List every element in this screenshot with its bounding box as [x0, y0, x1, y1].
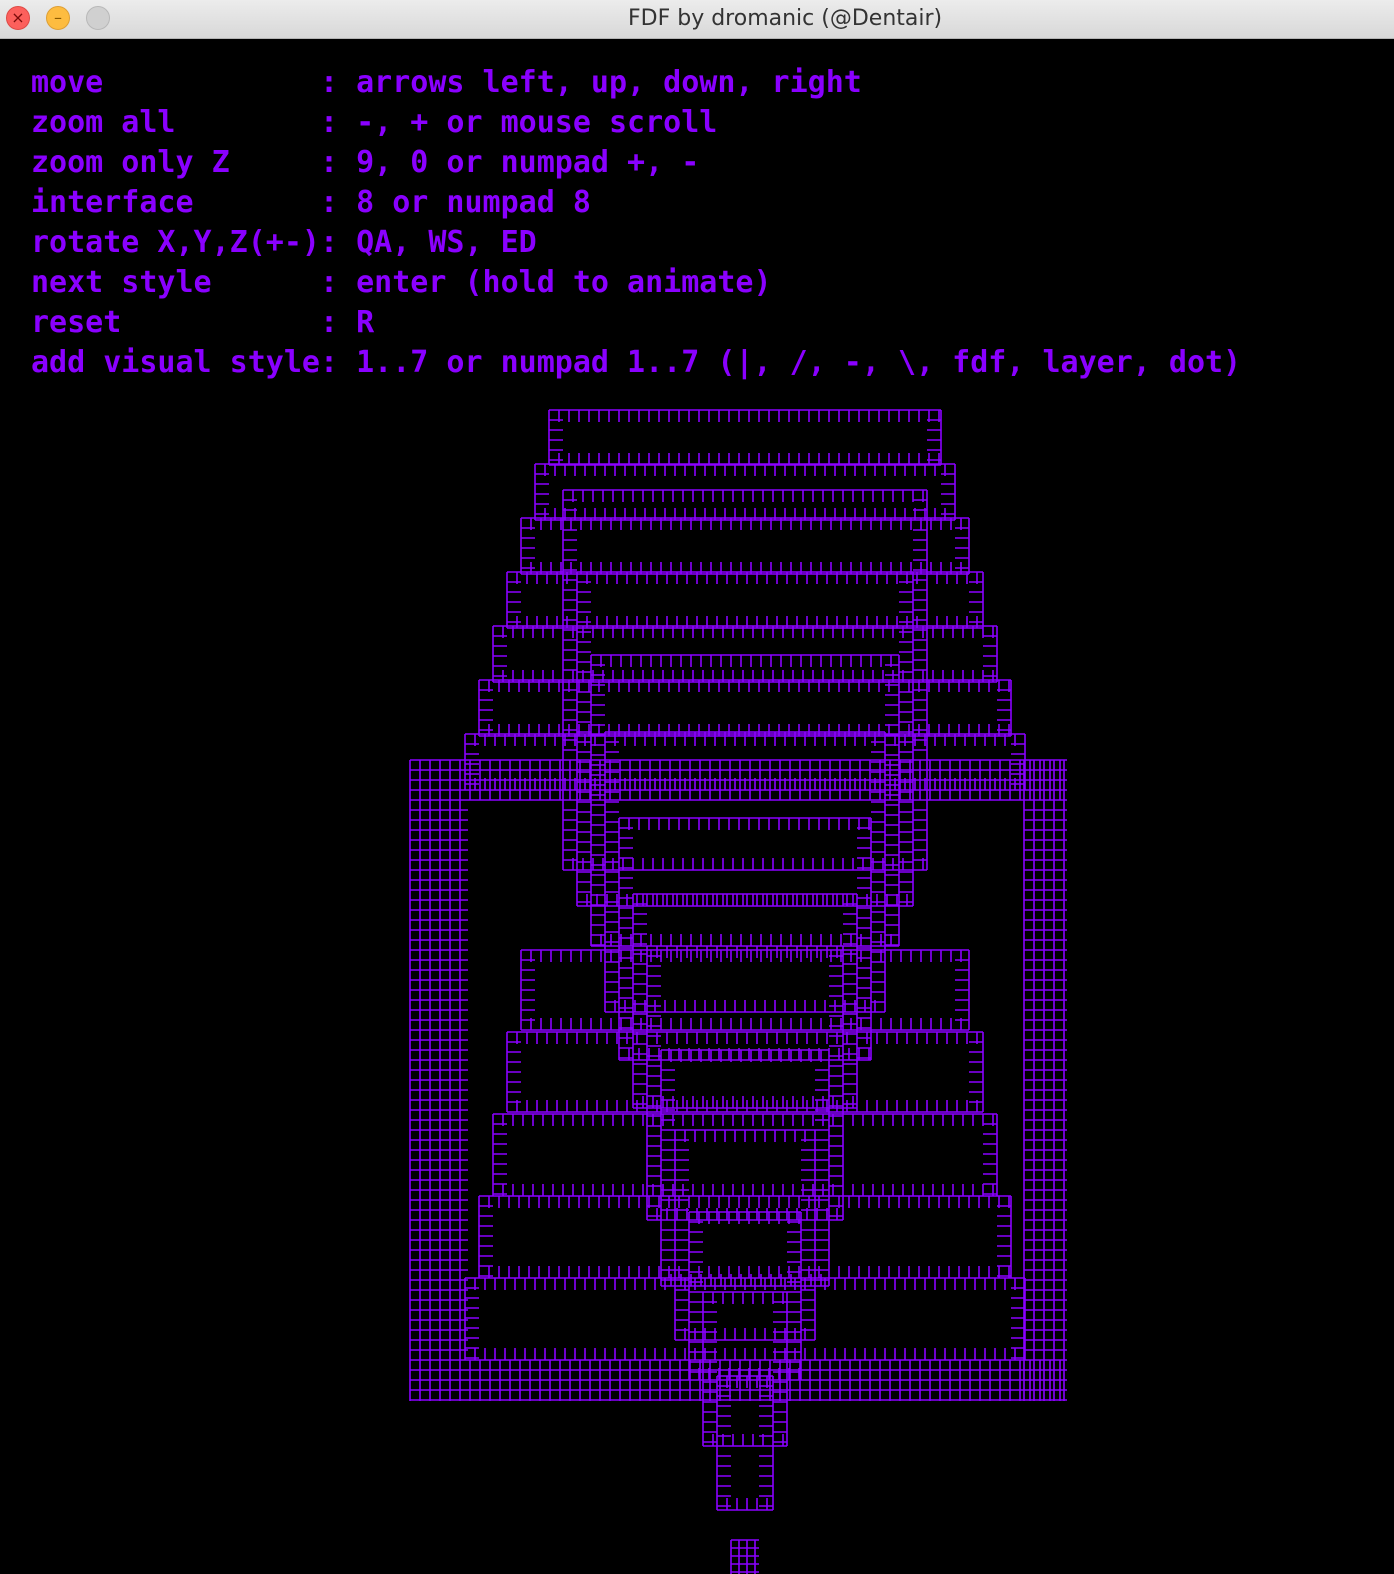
- wireframe-mesh[interactable]: [0, 0, 1394, 1574]
- mesh-lines: [409, 409, 1067, 1574]
